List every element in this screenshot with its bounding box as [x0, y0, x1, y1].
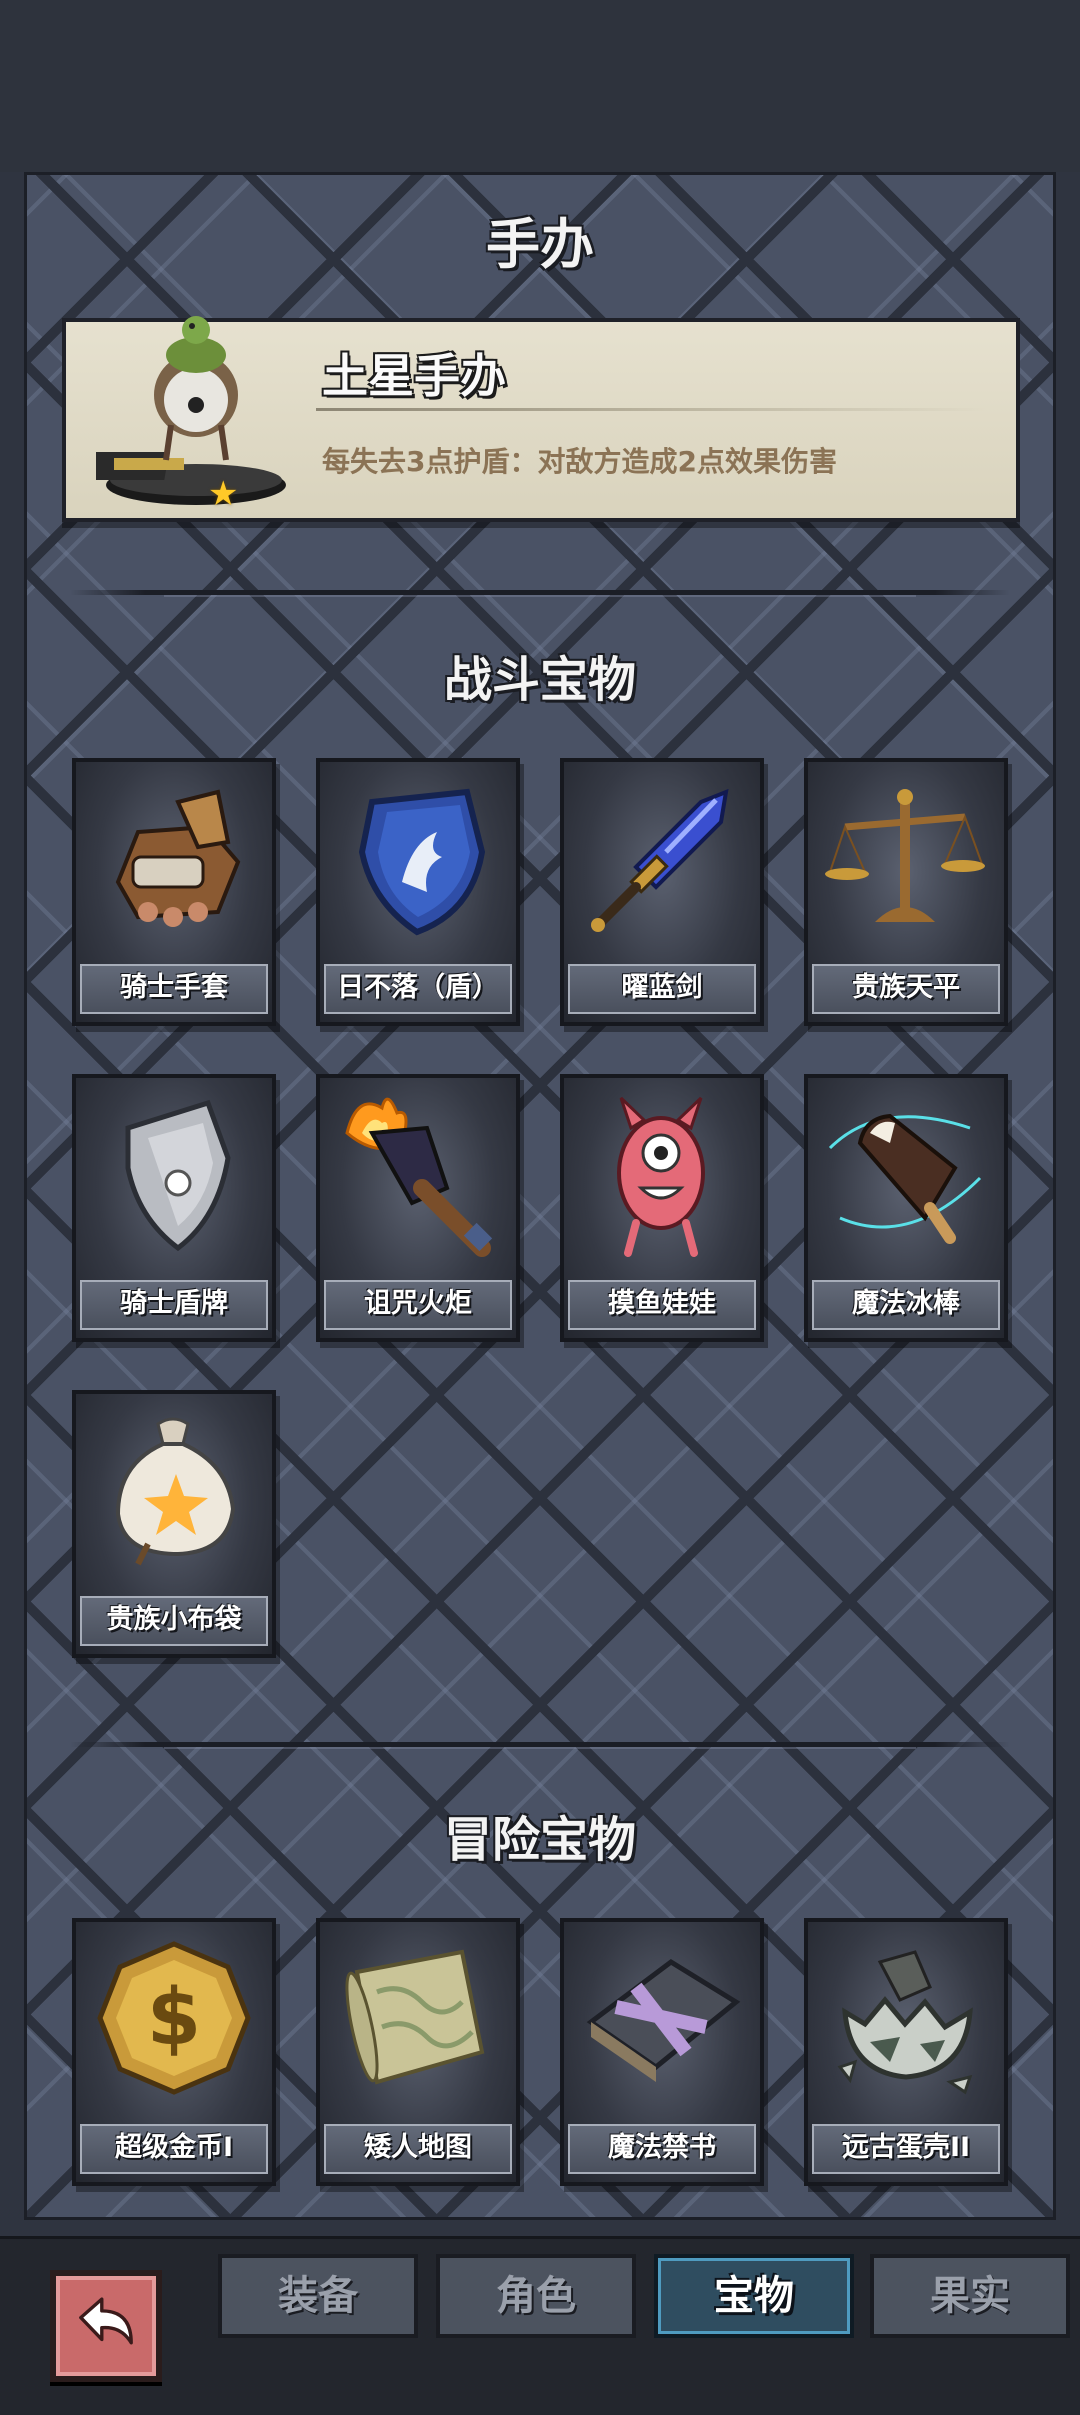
item-card[interactable]: 摸鱼娃娃	[560, 1074, 764, 1342]
figure-name: 土星手办	[322, 349, 506, 403]
item-card[interactable]: 诅咒火炬	[316, 1074, 520, 1342]
item-label: 矮人地图	[324, 2124, 512, 2174]
item-card[interactable]: 曜蓝剑	[560, 758, 764, 1026]
item-label: 摸鱼娃娃	[568, 1280, 756, 1330]
pink-doll-icon	[617, 1096, 705, 1257]
item-label: 魔法禁书	[568, 2124, 756, 2174]
blue-shield-icon	[358, 788, 486, 936]
tab-treasure[interactable]: 宝物	[654, 2254, 854, 2338]
item-card[interactable]: 骑士盾牌	[72, 1074, 276, 1342]
item-label: 日不落（盾）	[324, 964, 512, 1014]
knight-gauntlet-icon	[115, 789, 241, 927]
item-label: 超级金币I	[80, 2124, 268, 2174]
item-card[interactable]: 贵族小布袋	[72, 1390, 276, 1658]
figure-card[interactable]: ★ 土星手办 每失去3点护盾：对敌方造成2点效果伤害	[62, 316, 1020, 522]
magic-popsicle-icon	[828, 1113, 982, 1244]
forbidden-book-icon	[586, 1958, 741, 2082]
item-label: 诅咒火炬	[324, 1280, 512, 1330]
section-divider	[70, 590, 1010, 597]
item-label: 魔法冰棒	[812, 1280, 1000, 1330]
knight-shield-icon	[125, 1099, 231, 1252]
back-arrow-icon	[79, 2297, 133, 2345]
item-card[interactable]: 远古蛋壳II	[804, 1918, 1008, 2186]
saturn-figure-icon	[96, 316, 286, 505]
item-card[interactable]: $ 超级金币I	[72, 1918, 276, 2186]
tab-character[interactable]: 角色	[436, 2254, 636, 2338]
svg-text:$: $	[147, 1973, 201, 2063]
cursed-torch-icon	[345, 1097, 493, 1257]
item-card[interactable]: 贵族天平	[804, 758, 1008, 1026]
item-card[interactable]: 矮人地图	[316, 1918, 520, 2186]
scales-icon	[825, 789, 985, 922]
back-button[interactable]	[50, 2270, 162, 2382]
item-label: 曜蓝剑	[568, 964, 756, 1014]
figure-description: 每失去3点护盾：对敌方造成2点效果伤害	[322, 445, 837, 478]
tab-fruit[interactable]: 果实	[870, 2254, 1070, 2338]
battle-section-title: 战斗宝物	[443, 652, 636, 708]
item-card[interactable]: 日不落（盾）	[316, 758, 520, 1026]
item-label: 骑士盾牌	[80, 1280, 268, 1330]
figure-divider	[316, 408, 986, 411]
blue-sword-icon	[591, 788, 729, 932]
item-label: 贵族小布袋	[80, 1596, 268, 1646]
item-label: 远古蛋壳II	[812, 2124, 1000, 2174]
adventure-section-title: 冒险宝物	[443, 1812, 636, 1868]
item-card[interactable]: 骑士手套	[72, 758, 276, 1026]
item-label: 贵族天平	[812, 964, 1000, 1014]
map-scroll-icon	[345, 1949, 485, 2085]
figure-section-title: 手办	[486, 213, 594, 276]
rarity-star-icon: ★	[208, 474, 239, 514]
ancient-eggshell-icon	[837, 1950, 973, 2095]
section-divider	[70, 1742, 1010, 1749]
cloth-bag-icon	[115, 1417, 236, 1566]
gold-coin-icon: $	[97, 1941, 251, 2095]
item-card[interactable]: 魔法冰棒	[804, 1074, 1008, 1342]
tab-equipment[interactable]: 装备	[218, 2254, 418, 2338]
item-label: 骑士手套	[80, 964, 268, 1014]
top-bar	[0, 0, 1080, 172]
item-card[interactable]: 魔法禁书	[560, 1918, 764, 2186]
